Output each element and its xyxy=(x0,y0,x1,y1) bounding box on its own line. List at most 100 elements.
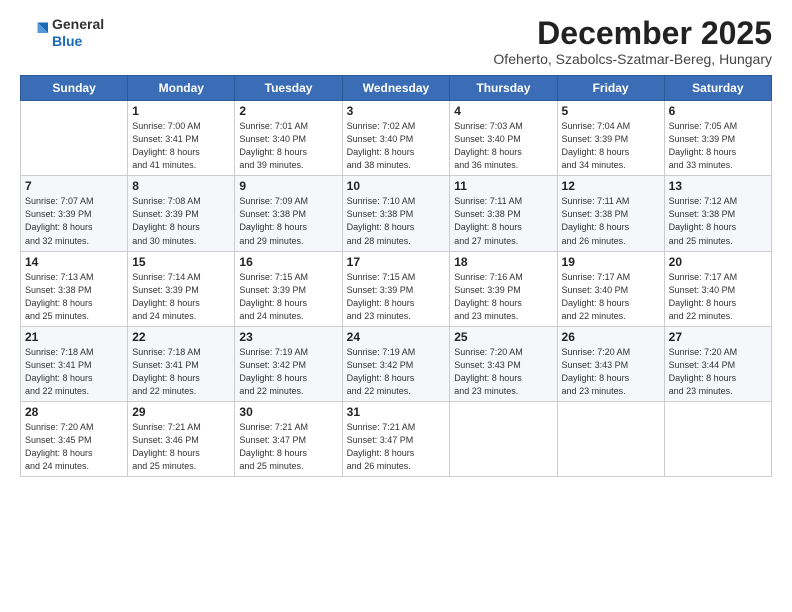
dow-header: Wednesday xyxy=(342,76,450,101)
table-row: 15 Sunrise: 7:14 AM Sunset: 3:39 PM Dayli… xyxy=(128,251,235,326)
day-info: Sunrise: 7:20 AM Sunset: 3:43 PM Dayligh… xyxy=(562,346,660,398)
day-number: 12 xyxy=(562,179,660,193)
day-info: Sunrise: 7:10 AM Sunset: 3:38 PM Dayligh… xyxy=(347,195,446,247)
table-row: 18 Sunrise: 7:16 AM Sunset: 3:39 PM Dayli… xyxy=(450,251,557,326)
day-number: 28 xyxy=(25,405,123,419)
day-number: 16 xyxy=(239,255,337,269)
table-row: 25 Sunrise: 7:20 AM Sunset: 3:43 PM Dayli… xyxy=(450,326,557,401)
logo-icon xyxy=(20,19,48,47)
day-info: Sunrise: 7:05 AM Sunset: 3:39 PM Dayligh… xyxy=(669,120,767,172)
table-row: 21Sunrise: 7:18 AM Sunset: 3:41 PM Dayli… xyxy=(21,326,128,401)
day-number: 18 xyxy=(454,255,552,269)
month-title: December 2025 xyxy=(493,16,772,51)
logo-blue: Blue xyxy=(52,33,82,49)
day-info: Sunrise: 7:11 AM Sunset: 3:38 PM Dayligh… xyxy=(454,195,552,247)
day-number: 8 xyxy=(132,179,230,193)
day-info: Sunrise: 7:08 AM Sunset: 3:39 PM Dayligh… xyxy=(132,195,230,247)
day-number: 7 xyxy=(25,179,123,193)
day-info: Sunrise: 7:17 AM Sunset: 3:40 PM Dayligh… xyxy=(669,271,767,323)
dow-header: Saturday xyxy=(664,76,771,101)
table-row: 11 Sunrise: 7:11 AM Sunset: 3:38 PM Dayli… xyxy=(450,176,557,251)
day-info: Sunrise: 7:20 AM Sunset: 3:43 PM Dayligh… xyxy=(454,346,552,398)
day-info: Sunrise: 7:09 AM Sunset: 3:38 PM Dayligh… xyxy=(239,195,337,247)
day-info: Sunrise: 7:21 AM Sunset: 3:47 PM Dayligh… xyxy=(347,421,446,473)
day-info: Sunrise: 7:11 AM Sunset: 3:38 PM Dayligh… xyxy=(562,195,660,247)
day-number: 11 xyxy=(454,179,552,193)
table-row: 10 Sunrise: 7:10 AM Sunset: 3:38 PM Dayli… xyxy=(342,176,450,251)
table-row: 17Sunrise: 7:15 AM Sunset: 3:39 PM Dayli… xyxy=(342,251,450,326)
calendar-body: 1 Sunrise: 7:00 AM Sunset: 3:41 PM Daylig… xyxy=(21,101,772,477)
table-row: 19 Sunrise: 7:17 AM Sunset: 3:40 PM Dayli… xyxy=(557,251,664,326)
day-number: 15 xyxy=(132,255,230,269)
table-row: 16 Sunrise: 7:15 AM Sunset: 3:39 PM Dayli… xyxy=(235,251,342,326)
day-info: Sunrise: 7:20 AM Sunset: 3:45 PM Dayligh… xyxy=(25,421,123,473)
day-info: Sunrise: 7:19 AM Sunset: 3:42 PM Dayligh… xyxy=(239,346,337,398)
day-info: Sunrise: 7:12 AM Sunset: 3:38 PM Dayligh… xyxy=(669,195,767,247)
day-info: Sunrise: 7:04 AM Sunset: 3:39 PM Dayligh… xyxy=(562,120,660,172)
day-number: 29 xyxy=(132,405,230,419)
table-row: 13Sunrise: 7:12 AM Sunset: 3:38 PM Dayli… xyxy=(664,176,771,251)
day-info: Sunrise: 7:14 AM Sunset: 3:39 PM Dayligh… xyxy=(132,271,230,323)
table-row: 5 Sunrise: 7:04 AM Sunset: 3:39 PM Daylig… xyxy=(557,101,664,176)
dow-header: Friday xyxy=(557,76,664,101)
day-number: 23 xyxy=(239,330,337,344)
table-row: 6 Sunrise: 7:05 AM Sunset: 3:39 PM Daylig… xyxy=(664,101,771,176)
day-number: 4 xyxy=(454,104,552,118)
table-row xyxy=(557,401,664,476)
day-number: 6 xyxy=(669,104,767,118)
day-info: Sunrise: 7:18 AM Sunset: 3:41 PM Dayligh… xyxy=(132,346,230,398)
dow-header: Tuesday xyxy=(235,76,342,101)
table-row: 20Sunrise: 7:17 AM Sunset: 3:40 PM Dayli… xyxy=(664,251,771,326)
day-info: Sunrise: 7:16 AM Sunset: 3:39 PM Dayligh… xyxy=(454,271,552,323)
calendar: SundayMondayTuesdayWednesdayThursdayFrid… xyxy=(20,75,772,477)
day-info: Sunrise: 7:15 AM Sunset: 3:39 PM Dayligh… xyxy=(239,271,337,323)
day-number: 30 xyxy=(239,405,337,419)
day-info: Sunrise: 7:15 AM Sunset: 3:39 PM Dayligh… xyxy=(347,271,446,323)
table-row: 4 Sunrise: 7:03 AM Sunset: 3:40 PM Daylig… xyxy=(450,101,557,176)
table-row: 27 Sunrise: 7:20 AM Sunset: 3:44 PM Dayli… xyxy=(664,326,771,401)
day-number: 19 xyxy=(562,255,660,269)
day-info: Sunrise: 7:03 AM Sunset: 3:40 PM Dayligh… xyxy=(454,120,552,172)
day-number: 10 xyxy=(347,179,446,193)
day-number: 31 xyxy=(347,405,446,419)
day-number: 3 xyxy=(347,104,446,118)
table-row: 30 Sunrise: 7:21 AM Sunset: 3:47 PM Dayli… xyxy=(235,401,342,476)
table-row: 28 Sunrise: 7:20 AM Sunset: 3:45 PM Dayli… xyxy=(21,401,128,476)
day-number: 24 xyxy=(347,330,446,344)
table-row: 24Sunrise: 7:19 AM Sunset: 3:42 PM Dayli… xyxy=(342,326,450,401)
calendar-week: 28 Sunrise: 7:20 AM Sunset: 3:45 PM Dayli… xyxy=(21,401,772,476)
day-info: Sunrise: 7:20 AM Sunset: 3:44 PM Dayligh… xyxy=(669,346,767,398)
dow-header: Sunday xyxy=(21,76,128,101)
table-row: 22Sunrise: 7:18 AM Sunset: 3:41 PM Dayli… xyxy=(128,326,235,401)
table-row: 26 Sunrise: 7:20 AM Sunset: 3:43 PM Dayli… xyxy=(557,326,664,401)
day-number: 1 xyxy=(132,104,230,118)
day-info: Sunrise: 7:18 AM Sunset: 3:41 PM Dayligh… xyxy=(25,346,123,398)
table-row: 31 Sunrise: 7:21 AM Sunset: 3:47 PM Dayli… xyxy=(342,401,450,476)
table-row xyxy=(450,401,557,476)
day-number: 9 xyxy=(239,179,337,193)
day-info: Sunrise: 7:07 AM Sunset: 3:39 PM Dayligh… xyxy=(25,195,123,247)
table-row: 12 Sunrise: 7:11 AM Sunset: 3:38 PM Dayli… xyxy=(557,176,664,251)
table-row: 29 Sunrise: 7:21 AM Sunset: 3:46 PM Dayli… xyxy=(128,401,235,476)
table-row: 23 Sunrise: 7:19 AM Sunset: 3:42 PM Dayli… xyxy=(235,326,342,401)
table-row: 7 Sunrise: 7:07 AM Sunset: 3:39 PM Daylig… xyxy=(21,176,128,251)
table-row xyxy=(664,401,771,476)
day-info: Sunrise: 7:21 AM Sunset: 3:47 PM Dayligh… xyxy=(239,421,337,473)
day-info: Sunrise: 7:02 AM Sunset: 3:40 PM Dayligh… xyxy=(347,120,446,172)
page: General Blue December 2025 Ofeherto, Sza… xyxy=(0,0,792,612)
table-row: 14Sunrise: 7:13 AM Sunset: 3:38 PM Dayli… xyxy=(21,251,128,326)
day-number: 25 xyxy=(454,330,552,344)
table-row xyxy=(21,101,128,176)
header: General Blue December 2025 Ofeherto, Sza… xyxy=(20,16,772,67)
day-number: 5 xyxy=(562,104,660,118)
day-number: 27 xyxy=(669,330,767,344)
day-info: Sunrise: 7:21 AM Sunset: 3:46 PM Dayligh… xyxy=(132,421,230,473)
dow-header: Thursday xyxy=(450,76,557,101)
day-number: 26 xyxy=(562,330,660,344)
day-info: Sunrise: 7:13 AM Sunset: 3:38 PM Dayligh… xyxy=(25,271,123,323)
day-info: Sunrise: 7:00 AM Sunset: 3:41 PM Dayligh… xyxy=(132,120,230,172)
day-info: Sunrise: 7:17 AM Sunset: 3:40 PM Dayligh… xyxy=(562,271,660,323)
calendar-week: 21Sunrise: 7:18 AM Sunset: 3:41 PM Dayli… xyxy=(21,326,772,401)
calendar-week: 1 Sunrise: 7:00 AM Sunset: 3:41 PM Daylig… xyxy=(21,101,772,176)
dow-header: Monday xyxy=(128,76,235,101)
